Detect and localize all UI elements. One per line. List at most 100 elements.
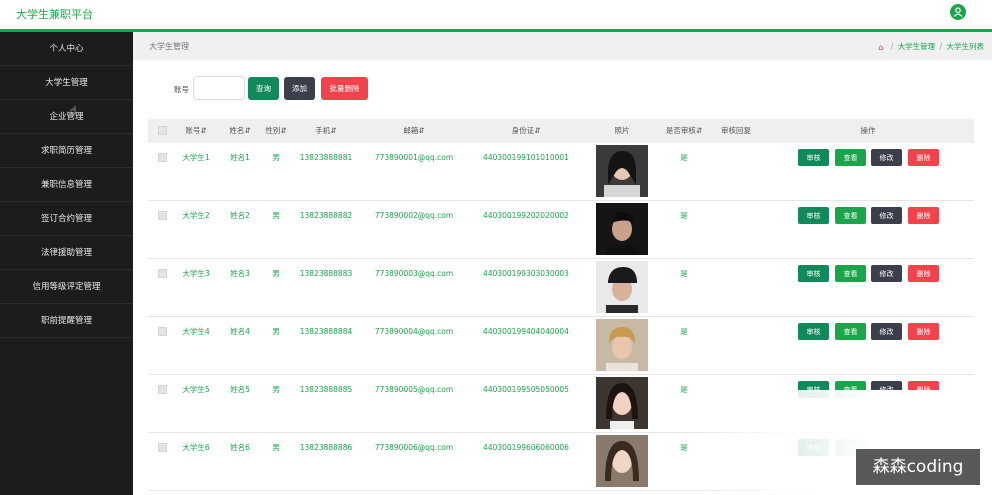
student-photo — [596, 377, 648, 429]
cell-account: 大学生3 — [182, 268, 210, 278]
student-photo — [596, 261, 648, 313]
cell-phone: 13823888885 — [299, 384, 353, 394]
sidebar-item-credit-rating-management[interactable]: 信用等级评定管理 — [0, 270, 133, 304]
edit-button[interactable]: 修改 — [871, 323, 902, 340]
search-toolbar: 账号 查询 添加 批量删除 — [133, 60, 992, 114]
cell-phone: 13823888886 — [299, 442, 353, 452]
table-row: 大学生4 姓名4 男 13823888884 773890004@qq.com … — [148, 317, 974, 375]
cell-review-reply — [714, 143, 758, 171]
top-bar: 大学生兼职平台 — [0, 0, 992, 32]
column-header-email[interactable]: 邮箱⇵ — [372, 119, 456, 143]
sidebar-item-resume-management[interactable]: 求职简历管理 — [0, 134, 133, 168]
row-checkbox[interactable] — [158, 327, 167, 336]
edit-button[interactable]: 修改 — [871, 149, 902, 166]
review-button[interactable]: 审核 — [798, 323, 829, 340]
sidebar-item-legal-aid-management[interactable]: 法律援助管理 — [0, 236, 133, 270]
cell-phone: 13823888881 — [299, 152, 353, 162]
cell-email: 773890002@qq.com — [374, 210, 454, 220]
batch-delete-button[interactable]: 批量删除 — [321, 77, 368, 100]
cell-gender: 男 — [272, 326, 280, 336]
column-header-gender[interactable]: 性别⇵ — [260, 119, 292, 143]
cell-review-reply — [714, 201, 758, 229]
student-photo — [596, 145, 648, 197]
row-checkbox[interactable] — [158, 269, 167, 278]
breadcrumb-item[interactable]: 大学生管理 — [898, 42, 936, 51]
cell-approved: 是 — [680, 326, 688, 336]
cell-account: 大学生4 — [182, 326, 210, 336]
edit-button[interactable]: 修改 — [871, 207, 902, 224]
cell-phone: 13823888883 — [299, 268, 353, 278]
cell-email: 773890005@qq.com — [374, 384, 454, 394]
column-header-review-reply: 审核回复 — [721, 126, 751, 135]
column-header-account[interactable]: 账号⇵ — [176, 119, 216, 143]
user-icon[interactable] — [950, 4, 966, 20]
cell-id-card: 440300199606060006 — [483, 442, 569, 452]
column-header-id-card[interactable]: 身份证⇵ — [484, 119, 568, 143]
cell-name: 姓名1 — [230, 152, 250, 162]
sidebar-item-reminder-management[interactable]: 职前提醒管理 — [0, 304, 133, 338]
cell-name: 姓名5 — [230, 384, 250, 394]
column-header-phone[interactable]: 手机⇵ — [298, 119, 354, 143]
view-button[interactable]: 查看 — [835, 149, 866, 166]
cell-account: 大学生1 — [182, 152, 210, 162]
home-icon[interactable]: ⌂ — [878, 43, 886, 52]
breadcrumb-bar: 大学生管理 ⌂ / 大学生管理 / 大学生列表 — [133, 32, 992, 60]
select-all-checkbox[interactable] — [158, 126, 167, 135]
student-photo — [596, 203, 648, 255]
review-button[interactable]: 审核 — [798, 149, 829, 166]
row-checkbox[interactable] — [158, 211, 167, 220]
cell-id-card: 440300199202020002 — [483, 210, 569, 220]
view-button[interactable]: 查看 — [835, 265, 866, 282]
sidebar-item-job-info-management[interactable]: 兼职信息管理 — [0, 168, 133, 202]
breadcrumb-item: 大学生列表 — [946, 42, 985, 51]
sidebar-item-student-management[interactable]: 大学生管理 — [0, 66, 133, 100]
review-button[interactable]: 审核 — [798, 207, 829, 224]
edit-button[interactable]: 修改 — [871, 265, 902, 282]
row-checkbox[interactable] — [158, 153, 167, 162]
cell-email: 773890003@qq.com — [374, 268, 454, 278]
sidebar-item-personal-center[interactable]: 个人中心 — [0, 32, 133, 66]
cell-approved: 是 — [680, 210, 688, 220]
view-button[interactable]: 查看 — [835, 323, 866, 340]
cell-name: 姓名2 — [230, 210, 250, 220]
breadcrumb-separator: / — [939, 42, 943, 51]
table-row: 大学生1 姓名1 男 13823888881 773890001@qq.com … — [148, 143, 974, 201]
cell-id-card: 440300199303030003 — [483, 268, 569, 278]
cell-name: 姓名3 — [230, 268, 250, 278]
breadcrumb-separator: / — [890, 42, 894, 51]
delete-button[interactable]: 删除 — [908, 207, 939, 224]
review-button[interactable]: 审核 — [798, 265, 829, 282]
cell-email: 773890006@qq.com — [374, 442, 454, 452]
account-search-input[interactable] — [193, 76, 245, 100]
cell-id-card: 440300199505050005 — [483, 384, 569, 394]
sidebar-item-company-management[interactable]: 企业管理 — [0, 100, 133, 134]
student-photo — [596, 435, 648, 487]
column-header-approved[interactable]: 是否审核⇵ — [662, 119, 706, 143]
cell-account: 大学生5 — [182, 384, 210, 394]
column-header-actions: 操作 — [860, 126, 876, 135]
page-title: 大学生管理 — [149, 42, 189, 51]
column-header-photo: 照片 — [614, 126, 630, 135]
row-checkbox[interactable] — [158, 443, 167, 452]
delete-button[interactable]: 删除 — [908, 149, 939, 166]
query-button[interactable]: 查询 — [248, 77, 279, 100]
delete-button[interactable]: 删除 — [908, 323, 939, 340]
cell-id-card: 440300199101010001 — [483, 152, 569, 162]
cell-review-reply — [714, 317, 758, 345]
cell-name: 姓名6 — [230, 442, 250, 452]
cell-account: 大学生2 — [182, 210, 210, 220]
cell-gender: 男 — [272, 152, 280, 162]
delete-button[interactable]: 删除 — [908, 265, 939, 282]
student-photo — [596, 319, 648, 371]
sidebar-item-contract-management[interactable]: 签订合约管理 — [0, 202, 133, 236]
column-header-name[interactable]: 姓名⇵ — [224, 119, 256, 143]
row-checkbox[interactable] — [158, 385, 167, 394]
cell-gender: 男 — [272, 268, 280, 278]
cell-name: 姓名4 — [230, 326, 250, 336]
cell-gender: 男 — [272, 442, 280, 452]
cell-gender: 男 — [272, 210, 280, 220]
add-button[interactable]: 添加 — [284, 77, 315, 100]
pointer-cursor-icon: ☝ — [70, 104, 77, 117]
cell-approved: 是 — [680, 152, 688, 162]
view-button[interactable]: 查看 — [835, 207, 866, 224]
